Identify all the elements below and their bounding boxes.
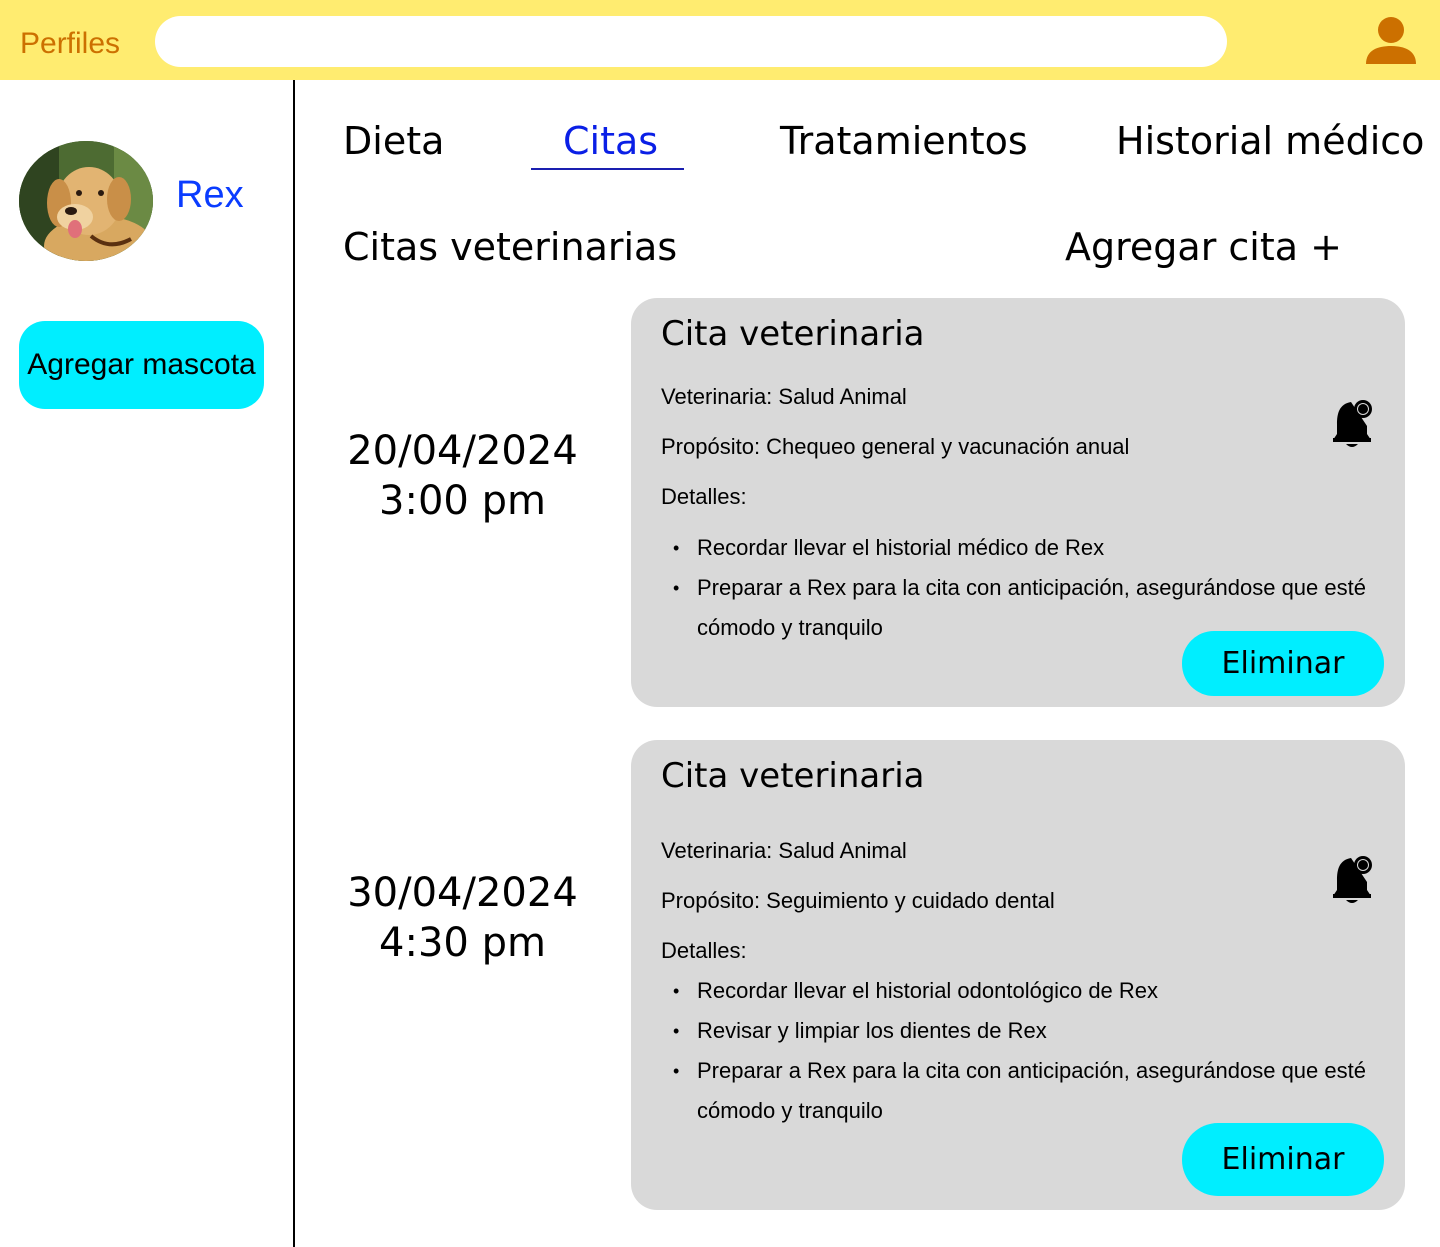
appointment-details-list: Recordar llevar el historial médico de R…	[671, 528, 1371, 648]
delete-button[interactable]: Eliminar	[1182, 1123, 1384, 1196]
add-appointment-button[interactable]: Agregar cita +	[1065, 222, 1342, 272]
tab-historial-medico[interactable]: Historial médico	[1116, 116, 1424, 166]
appointment-time: 4:30 pm	[379, 920, 546, 966]
appointment-title: Cita veterinaria	[661, 756, 925, 796]
section-title: Citas veterinarias	[343, 225, 678, 269]
appointment-time: 3:00 pm	[379, 478, 546, 524]
appointment-vet: Veterinaria: Salud Animal	[661, 838, 907, 863]
dog-photo	[19, 141, 153, 261]
tab-tratamientos[interactable]: Tratamientos	[780, 116, 1028, 166]
appointment-purpose: Propósito: Seguimiento y cuidado dental	[661, 888, 1055, 913]
bell-notification-icon[interactable]	[1331, 396, 1377, 452]
delete-button[interactable]: Eliminar	[1182, 631, 1384, 696]
list-item: Recordar llevar el historial médico de R…	[671, 528, 1371, 568]
list-item: Recordar llevar el historial odontológic…	[671, 971, 1371, 1011]
user-icon[interactable]	[1364, 14, 1418, 68]
appointment-card: Cita veterinaria Veterinaria: Salud Anim…	[631, 740, 1405, 1210]
appointment-details-label: Detalles:	[661, 484, 747, 509]
appointment-title: Cita veterinaria	[661, 314, 925, 354]
brand-title[interactable]: Perfiles	[20, 24, 120, 64]
appointment-purpose: Propósito: Chequeo general y vacunación …	[661, 434, 1130, 459]
pet-avatar	[19, 141, 153, 261]
appointment-datetime: 30/04/2024 4:30 pm	[320, 868, 605, 968]
appointment-datetime: 20/04/2024 3:00 pm	[320, 426, 605, 526]
add-pet-button[interactable]: Agregar mascota	[19, 321, 264, 409]
appointment-date: 30/04/2024	[347, 870, 578, 916]
top-bar: Perfiles	[0, 0, 1440, 80]
appointment-vet: Veterinaria: Salud Animal	[661, 384, 907, 409]
list-item: Preparar a Rex para la cita con anticipa…	[671, 1051, 1371, 1131]
tab-citas[interactable]: Citas	[563, 116, 658, 166]
tab-dieta[interactable]: Dieta	[343, 116, 444, 166]
appointment-card: Cita veterinaria Veterinaria: Salud Anim…	[631, 298, 1405, 707]
bell-notification-icon[interactable]	[1331, 852, 1377, 908]
sidebar-divider	[293, 80, 295, 1247]
search-input[interactable]	[155, 16, 1227, 67]
list-item: Revisar y limpiar los dientes de Rex	[671, 1011, 1371, 1051]
appointment-details-label: Detalles:	[661, 938, 747, 963]
appointment-details-list: Recordar llevar el historial odontológic…	[671, 971, 1371, 1131]
appointment-date: 20/04/2024	[347, 428, 578, 474]
active-tab-indicator	[531, 168, 684, 170]
pet-name[interactable]: Rex	[176, 170, 244, 220]
